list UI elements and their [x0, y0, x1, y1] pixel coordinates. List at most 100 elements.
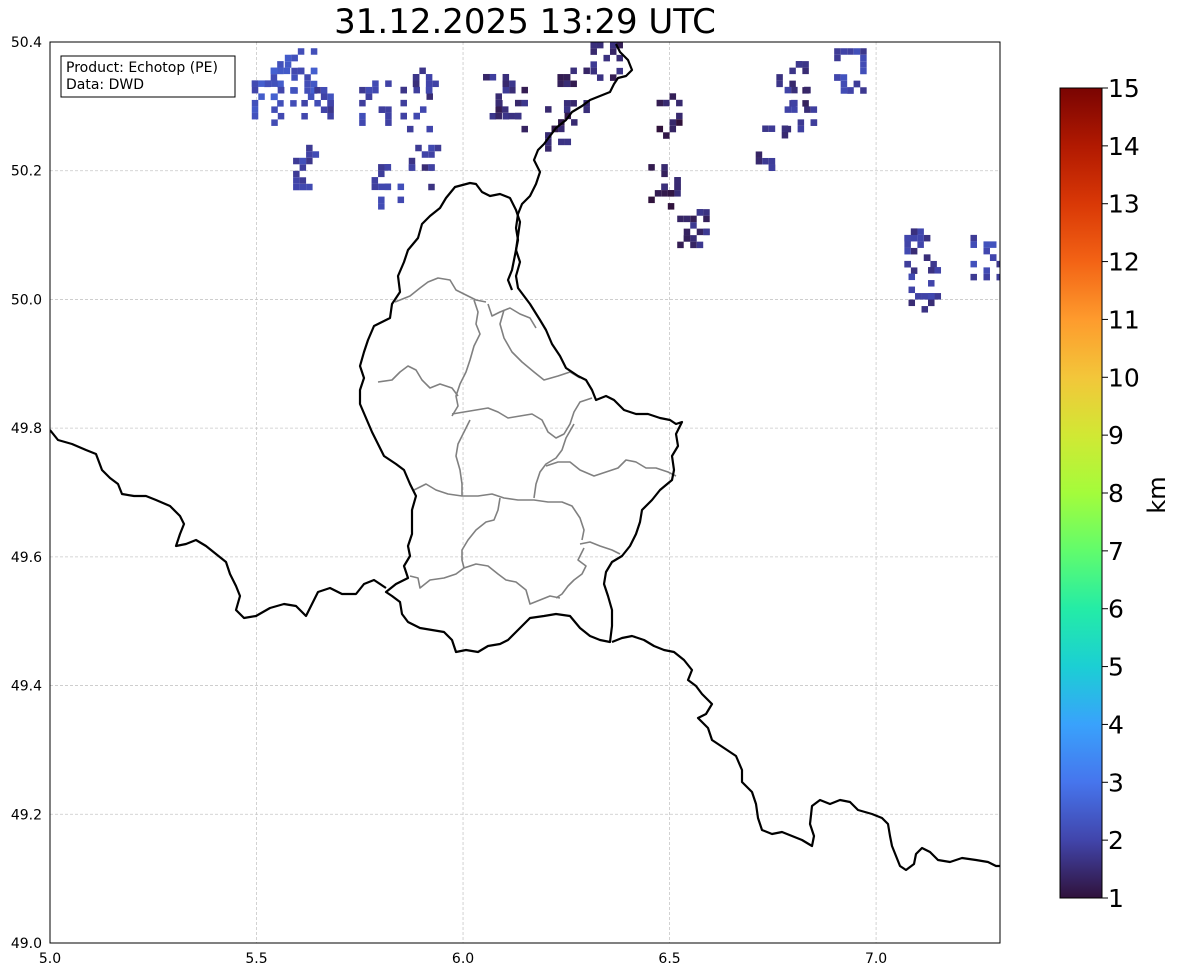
echo-cell	[521, 86, 528, 94]
echo-cell	[495, 112, 502, 120]
map-figure: 5.0 5.5 6.0 6.5 7.0 50.4 50.2 50.0 49.8 49.6 49.4…	[11, 35, 1171, 967]
echo-cell	[371, 177, 379, 184]
colorbar-tick-label: 11	[1108, 305, 1140, 334]
echo-cell	[910, 247, 918, 255]
colorbar-tick-label: 12	[1108, 248, 1140, 277]
echo-cell	[426, 125, 433, 133]
echo-cell	[917, 228, 924, 235]
echo-cell	[501, 106, 509, 113]
echo-cell	[654, 190, 662, 197]
echo-cell	[983, 273, 990, 281]
echo-cell	[306, 151, 313, 158]
colorbar-title: km	[1143, 476, 1171, 513]
echo-cell	[596, 42, 604, 49]
echo-cell	[676, 99, 683, 107]
echo-cell	[667, 203, 675, 210]
echo-cell	[297, 48, 305, 55]
echo-cell	[804, 86, 811, 94]
echo-cell	[419, 106, 427, 113]
echo-cell	[791, 99, 798, 107]
echo-cell	[791, 86, 798, 94]
echo-cell	[834, 74, 841, 81]
echo-cell	[514, 99, 522, 107]
echo-cell	[610, 35, 617, 42]
echo-cell	[583, 106, 590, 114]
echo-cell	[306, 144, 313, 152]
echo-cell	[616, 54, 623, 62]
echo-cell	[667, 190, 675, 197]
echo-cell	[359, 112, 366, 120]
y-tick-label: 50.2	[11, 164, 42, 180]
echo-cell	[703, 215, 710, 223]
echo-cell	[271, 106, 278, 113]
echo-cell	[648, 196, 655, 204]
info-product-text: Product: Echotop (PE)	[66, 60, 218, 76]
echo-cell	[271, 80, 278, 87]
echo-cell	[385, 112, 392, 120]
colorbar-tick-label: 6	[1108, 595, 1124, 624]
echo-cell	[834, 48, 841, 55]
echo-cell	[426, 93, 433, 100]
echo-cell	[683, 235, 691, 242]
echo-cell	[921, 293, 929, 300]
echo-cell	[291, 54, 298, 62]
echo-cell	[781, 131, 789, 139]
echo-cell	[908, 299, 916, 307]
echo-cell	[570, 67, 577, 75]
echo-cell	[583, 67, 590, 75]
echo-cell	[696, 228, 704, 236]
echo-cell	[762, 125, 769, 132]
echo-cell	[690, 241, 697, 249]
echo-cell	[674, 190, 681, 197]
echo-cell	[603, 54, 610, 62]
echo-cell	[908, 286, 916, 294]
echo-cell	[590, 67, 597, 75]
echo-cell	[293, 183, 300, 191]
echo-cell	[797, 125, 805, 133]
echo-cell	[970, 273, 977, 281]
colorbar-tick-label: 7	[1108, 537, 1124, 566]
echo-cell	[299, 177, 307, 184]
echo-cell	[320, 86, 328, 94]
echo-cell	[703, 209, 710, 216]
echo-cell	[545, 145, 552, 152]
echo-cell	[251, 86, 259, 94]
echo-cell	[571, 119, 578, 126]
echo-cell	[784, 86, 792, 94]
echo-cell	[293, 157, 300, 165]
echo-cell	[378, 183, 385, 191]
echo-cell	[284, 61, 292, 68]
echo-cell	[795, 61, 803, 68]
echo-cell	[419, 67, 426, 75]
echo-cell	[596, 74, 604, 81]
echo-cell	[314, 86, 321, 94]
echo-cell	[928, 299, 935, 307]
colorbar-tick-label: 4	[1108, 710, 1124, 739]
echo-cell	[840, 80, 848, 88]
echo-cell	[989, 254, 997, 261]
echo-cell	[299, 183, 307, 191]
info-data-source-text: Data: DWD	[66, 77, 144, 93]
echo-cell	[408, 157, 416, 165]
echo-cell	[908, 273, 916, 281]
echo-cell	[563, 106, 571, 114]
echo-cell	[327, 106, 334, 113]
x-tick-label: 5.0	[39, 951, 61, 967]
echo-cell	[306, 183, 313, 191]
echo-cell	[983, 247, 990, 255]
echo-cell	[495, 93, 502, 100]
y-tick-label: 50.0	[11, 292, 42, 308]
echo-cell	[768, 157, 776, 165]
map-area[interactable]	[49, 35, 1003, 944]
colorbar-tick-label: 10	[1108, 363, 1140, 392]
echo-cell	[590, 42, 597, 49]
echo-cell	[669, 125, 677, 133]
echo-cell	[251, 99, 259, 107]
echo-cell	[502, 86, 510, 94]
echo-cell	[327, 93, 334, 100]
x-axis: 5.0 5.5 6.0 6.5 7.0	[39, 951, 887, 967]
echo-cell	[365, 86, 373, 94]
echo-cell	[810, 119, 818, 126]
echo-cell	[304, 80, 311, 88]
echo-cell	[768, 125, 776, 132]
